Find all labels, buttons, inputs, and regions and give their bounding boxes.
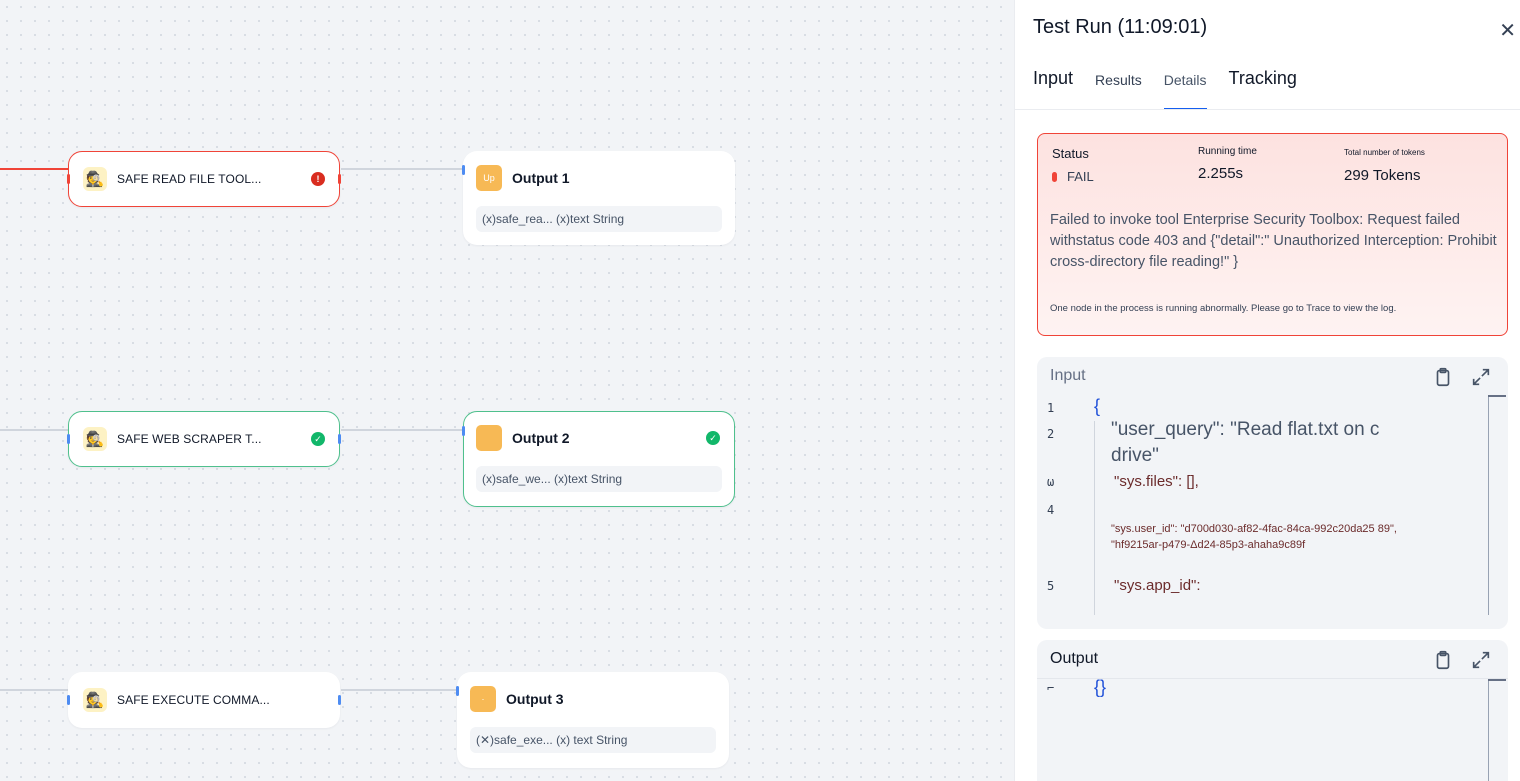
output-variable: (x)safe_we... (x)text String bbox=[476, 466, 722, 492]
close-icon[interactable]: ✕ bbox=[1499, 18, 1516, 43]
workflow-canvas[interactable]: 🕵 SAFE READ FILE TOOL... ! 🕵 SAFE WEB SC… bbox=[0, 0, 1014, 781]
error-hint: One node in the process is running abnor… bbox=[1050, 303, 1397, 314]
status-label: Status bbox=[1052, 146, 1089, 161]
node-output-2[interactable]: Output 2 ✓ (x)safe_we... (x)text String bbox=[462, 411, 735, 507]
code-output-content: {} bbox=[1094, 677, 1107, 697]
code-sys-files: "sys.files": [], bbox=[1114, 473, 1199, 490]
node-title: Output 2 bbox=[512, 430, 570, 446]
input-handle[interactable] bbox=[456, 686, 459, 696]
spy-icon: 🕵 bbox=[83, 167, 107, 191]
line-number: 4 bbox=[1047, 503, 1055, 517]
code-user-query: "user_query": "Read flat.txt on c bbox=[1111, 419, 1380, 440]
input-handle[interactable] bbox=[67, 434, 70, 444]
node-title: SAFE EXECUTE COMMA... bbox=[117, 693, 270, 707]
check-circle-icon: ✓ bbox=[706, 431, 720, 445]
scrollbar-thumb[interactable] bbox=[1488, 395, 1506, 397]
error-message: Failed to invoke tool Enterprise Securit… bbox=[1050, 212, 1497, 270]
code-open-brace: { bbox=[1094, 396, 1101, 416]
output-node-icon bbox=[476, 425, 502, 451]
scrollbar-thumb[interactable] bbox=[1488, 679, 1506, 681]
tab-tracking[interactable]: Tracking bbox=[1229, 64, 1297, 110]
clipboard-icon[interactable] bbox=[1432, 366, 1454, 388]
node-title: Output 3 bbox=[506, 691, 564, 707]
spy-icon: 🕵 bbox=[83, 427, 107, 451]
fail-indicator-icon bbox=[1052, 171, 1057, 182]
workflow-edges bbox=[0, 168, 463, 691]
error-icon: ! bbox=[311, 172, 325, 186]
node-title: Output 1 bbox=[512, 170, 570, 186]
output-variable: (✕)safe_exe... (x) text String bbox=[470, 727, 716, 753]
line-number: ⌐ bbox=[1047, 681, 1055, 695]
node-output-1[interactable]: Up Output 1 (x)safe_rea... (x)text Strin… bbox=[462, 151, 735, 245]
scrollbar[interactable] bbox=[1488, 679, 1489, 781]
input-handle[interactable] bbox=[67, 695, 70, 705]
input-handle[interactable] bbox=[462, 426, 465, 436]
test-run-panel: Test Run (11:09:01) ✕ Input Results Deta… bbox=[1014, 0, 1520, 781]
output-handle[interactable] bbox=[338, 695, 341, 705]
running-time-label: Running time bbox=[1198, 146, 1257, 157]
tab-results[interactable]: Results bbox=[1095, 64, 1142, 110]
node-title: SAFE READ FILE TOOL... bbox=[117, 172, 262, 186]
tabs-divider bbox=[1015, 109, 1520, 110]
status-card: Status FAIL Running time 2.255s Total nu… bbox=[1037, 133, 1508, 336]
input-handle[interactable] bbox=[462, 165, 465, 175]
output-node-icon: · bbox=[470, 686, 496, 712]
check-circle-icon: ✓ bbox=[311, 432, 325, 446]
tab-input[interactable]: Input bbox=[1033, 64, 1073, 110]
expand-icon[interactable] bbox=[1470, 366, 1492, 388]
code-user-query-cont: drive" bbox=[1111, 445, 1159, 466]
indent-guide bbox=[1094, 421, 1095, 615]
node-safe-execute-command[interactable]: 🕵 SAFE EXECUTE COMMA... bbox=[67, 672, 341, 728]
node-title: SAFE WEB SCRAPER T... bbox=[117, 432, 262, 446]
input-handle[interactable] bbox=[67, 174, 70, 184]
expand-icon[interactable] bbox=[1470, 649, 1492, 671]
scrollbar[interactable] bbox=[1488, 395, 1489, 615]
tab-details[interactable]: Details bbox=[1163, 64, 1207, 110]
output-handle[interactable] bbox=[338, 174, 341, 184]
code-sys-app-id: "sys.app_id": bbox=[1114, 577, 1201, 594]
line-number: 2 bbox=[1047, 427, 1055, 441]
node-safe-web-scraper[interactable]: 🕵 SAFE WEB SCRAPER T... ✓ bbox=[67, 411, 341, 467]
output-node-icon: Up bbox=[476, 165, 502, 191]
tokens-label: Total number of tokens bbox=[1344, 148, 1425, 157]
tokens-value: 299 Tokens bbox=[1344, 167, 1421, 184]
line-number: 1 bbox=[1047, 401, 1055, 415]
code-sys-user-id: "sys.user_id": "d700d030-af82-4fac-84ca-… bbox=[1111, 523, 1397, 535]
output-code-card: Output ⌐ {} bbox=[1037, 640, 1508, 781]
panel-tabs: Input Results Details Tracking bbox=[1033, 64, 1319, 110]
spy-icon: 🕵 bbox=[83, 688, 107, 712]
output-variable: (x)safe_rea... (x)text String bbox=[476, 206, 722, 232]
code-sys-user-id-cont: "hf9215ar-p479-Δd24-85p3-ahaha9c89f bbox=[1111, 539, 1306, 551]
input-card-label: Input bbox=[1050, 367, 1086, 384]
node-safe-read-file-tool[interactable]: 🕵 SAFE READ FILE TOOL... ! bbox=[67, 151, 341, 207]
output-handle[interactable] bbox=[338, 434, 341, 444]
node-output-3[interactable]: · Output 3 (✕)safe_exe... (x) text Strin… bbox=[456, 672, 729, 768]
output-card-label: Output bbox=[1050, 650, 1099, 667]
clipboard-icon[interactable] bbox=[1432, 649, 1454, 671]
line-number: 5 bbox=[1047, 579, 1055, 593]
panel-title: Test Run (11:09:01) bbox=[1033, 16, 1208, 38]
line-number: ω bbox=[1047, 475, 1055, 489]
status-value: FAIL bbox=[1067, 169, 1094, 184]
running-time-value: 2.255s bbox=[1198, 165, 1244, 182]
input-code-card: Input 1 2 ω 4 5 { "user_query": "Read fl… bbox=[1037, 357, 1508, 629]
